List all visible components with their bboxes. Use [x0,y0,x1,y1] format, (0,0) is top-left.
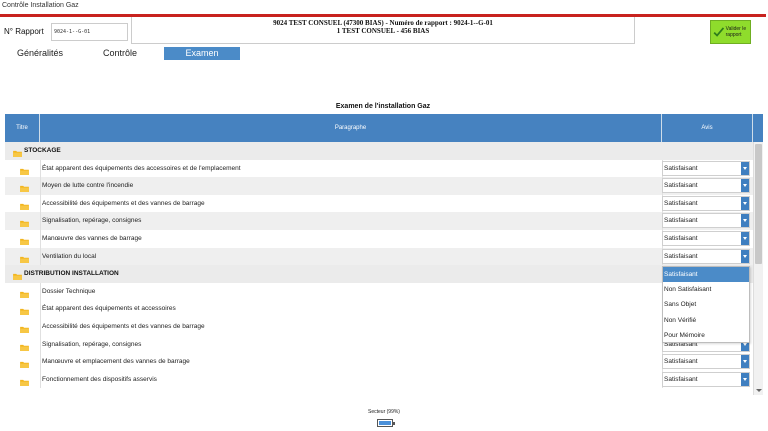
paragraphe-cell: Ventilation du local [42,252,97,260]
paragraphe-cell: État apparent des équipements des access… [42,164,241,172]
power-status-label: Secteur (99%) [368,409,400,415]
table-row[interactable]: Fonctionnement des dispositifs asservis S… [5,370,753,389]
avis-select[interactable]: Satisfaisant [662,178,750,194]
group-row[interactable]: DISTRIBUTION INSTALLATION [5,265,753,283]
paragraphe-cell: Manœuvre des vannes de barrage [42,235,142,242]
avis-value: Satisfaisant [664,182,698,190]
column-header-titre[interactable]: Titre [5,114,40,142]
table-row[interactable]: Signalisation, repérage, consignes Satisf… [5,335,753,354]
paragraphe-cell: Fonctionnement des dispositifs asservis [42,375,157,383]
scroll-down-arrow-icon[interactable] [755,386,763,394]
grid-header: Titre Paragraphe Avis [5,114,763,142]
paragraphe-cell: Accessibilité des équipements et des van… [42,199,205,207]
avis-value: Satisfaisant [664,235,698,242]
dropdown-option[interactable]: Satisfaisant [663,267,749,283]
validate-report-button[interactable]: Valider le rapport [710,20,751,44]
chevron-down-icon[interactable] [741,214,749,228]
tab-examen[interactable]: Examen [164,47,240,60]
table-row[interactable]: Manœuvre et emplacement des vannes de ba… [5,353,753,371]
table-row[interactable]: État apparent des équipements et accesso… [5,300,753,318]
report-header: 9024 TEST CONSUEL (47300 BIAS) - Numéro … [131,17,635,44]
folder-icon [13,270,22,281]
table-row[interactable]: Signalisation, repérage, consignes Satisf… [5,212,753,230]
chevron-down-icon[interactable] [741,249,749,263]
folder-icon [20,358,29,369]
avis-value: Satisfaisant [664,199,698,207]
column-header-avis[interactable]: Avis [662,114,753,142]
avis-value: Satisfaisant [664,217,698,225]
table-row[interactable]: État apparent des équipements des access… [5,159,753,178]
folder-icon [20,323,29,333]
window-title: Contrôle Installation Gaz [2,2,79,9]
table-row[interactable]: Dossier Technique [5,282,753,301]
folder-icon [20,235,29,245]
chevron-down-icon[interactable] [741,196,749,210]
avis-select[interactable]: Satisfaisant [662,354,750,370]
paragraphe-cell: Moyen de lutte contre l'incendie [42,182,134,190]
chevron-down-icon[interactable] [741,161,749,175]
folder-icon [20,165,29,175]
paragraphe-cell: Accessibilité des équipements et des van… [42,323,205,330]
folder-icon [20,200,29,210]
avis-value: Satisfaisant [664,252,698,260]
chevron-down-icon[interactable] [741,372,749,386]
folder-icon [13,147,22,157]
table-row[interactable]: Moyen de lutte contre l'incendie Satisfai… [5,177,753,195]
table-row[interactable]: Accessibilité des équipements et des van… [5,194,753,213]
chevron-down-icon[interactable] [741,355,749,369]
group-title: STOCKAGE [24,147,61,154]
validate-report-label: Valider le rapport [725,26,747,38]
paragraphe-cell: Dossier Technique [42,287,96,295]
avis-select[interactable]: Satisfaisant [662,231,750,246]
scroll-thumb[interactable] [755,144,762,264]
paragraphe-cell: Signalisation, repérage, consignes [42,340,142,348]
paragraphe-cell: Signalisation, repérage, consignes [42,217,142,225]
dropdown-option[interactable]: Sans Objet [663,297,749,312]
avis-value: Satisfaisant [664,375,698,383]
tab-generalites[interactable]: Généralités [17,47,63,60]
checkmark-icon [713,26,725,38]
avis-value: Satisfaisant [664,164,698,172]
avis-select[interactable]: Satisfaisant [662,160,750,176]
report-number-field[interactable]: 9024-1--G-01 [51,23,128,41]
dropdown-option[interactable]: Pour Mémoire [663,328,749,343]
report-header-line-1: 9024 TEST CONSUEL (47300 BIAS) - Numéro … [273,19,493,27]
avis-dropdown-list[interactable]: Satisfaisant Non Satisfaisant Sans Objet No… [662,266,750,343]
folder-icon [20,217,29,228]
chevron-down-icon[interactable] [741,232,749,245]
table-row[interactable]: Accessibilité des équipements et des van… [5,318,753,336]
paragraphe-cell: Manœuvre et emplacement des vannes de ba… [42,358,190,366]
chevron-down-icon[interactable] [741,179,749,193]
avis-select[interactable]: Satisfaisant [662,248,750,264]
folder-icon [20,305,29,316]
dropdown-option[interactable]: Non Satisfaisant [663,282,749,297]
dropdown-option[interactable]: Non Vérifié [663,313,749,328]
table-row[interactable]: Manœuvre des vannes de barrage Satisfaisa… [5,230,753,248]
folder-icon [20,376,29,386]
folder-icon [20,182,29,193]
folder-icon [20,288,29,298]
folder-icon [20,253,29,263]
column-header-paragraphe[interactable]: Paragraphe [40,114,662,142]
report-header-line-2: 1 TEST CONSUEL - 456 BIAS [336,27,430,35]
avis-select[interactable]: Satisfaisant [662,195,750,211]
table-title: Examen de l'installation Gaz [335,103,431,110]
report-number-label: N° Rapport [4,27,44,36]
grid-scrollbar[interactable] [753,142,763,395]
avis-select[interactable]: Satisfaisant [662,213,750,229]
examen-grid: Titre Paragraphe Avis STOCKAGE État appar… [5,114,763,395]
group-row[interactable]: STOCKAGE [5,142,753,160]
paragraphe-cell: État apparent des équipements et accesso… [42,305,176,313]
tab-controle[interactable]: Contrôle [103,47,137,60]
avis-select[interactable]: Satisfaisant [662,371,750,387]
group-title: DISTRIBUTION INSTALLATION [24,270,119,278]
table-row[interactable]: Ventilation du local Satisfaisant [5,247,753,266]
avis-value: Satisfaisant [664,358,698,366]
battery-level [379,421,391,425]
folder-icon [20,341,29,351]
battery-icon [377,419,395,427]
